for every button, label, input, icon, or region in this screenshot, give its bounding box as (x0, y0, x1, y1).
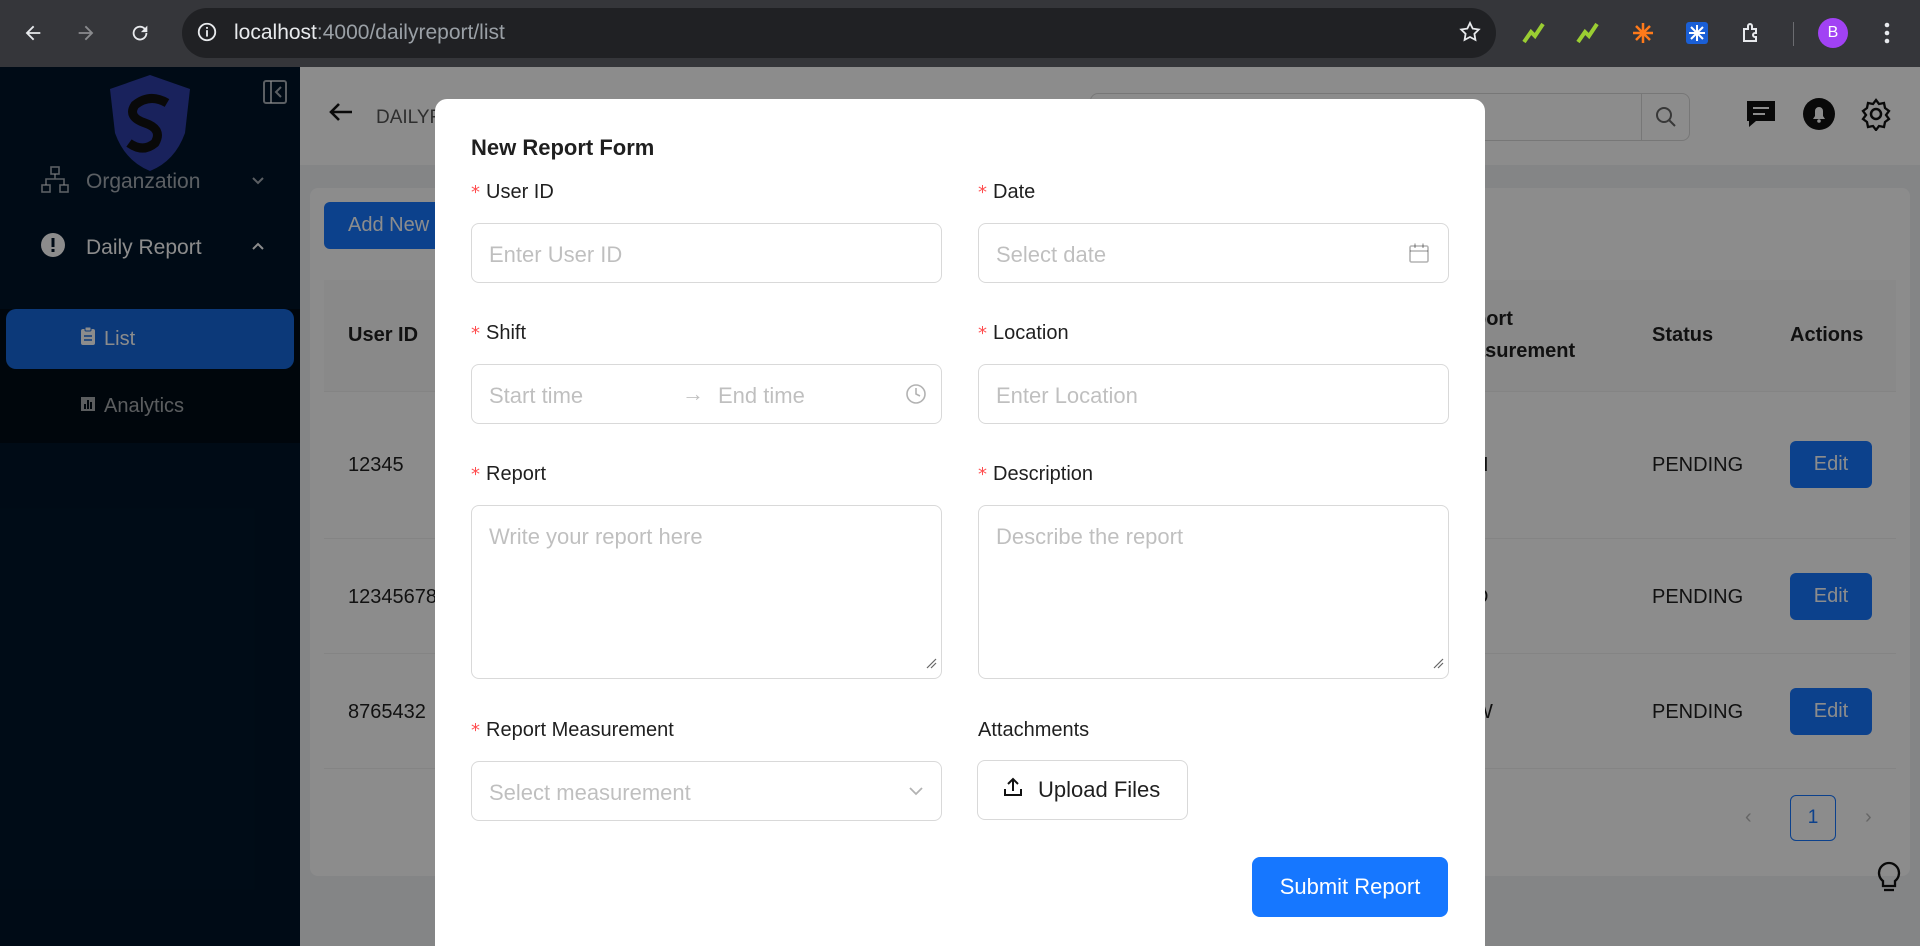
reload-icon[interactable] (121, 14, 159, 52)
location-placeholder: Enter Location (996, 383, 1138, 408)
report-textarea[interactable]: Write your report here (471, 505, 942, 679)
shift-label: * Shift (471, 322, 526, 345)
start-time-placeholder: Start time (489, 383, 584, 408)
user-id-input[interactable]: Enter User ID (471, 223, 942, 283)
upload-files-button[interactable]: Upload Files (977, 760, 1188, 820)
clock-icon (905, 383, 927, 410)
required-mark: * (978, 323, 987, 344)
resize-handle-icon[interactable] (925, 656, 937, 674)
measurement-label: * Report Measurement (471, 719, 674, 742)
location-label: * Location (978, 322, 1069, 345)
location-input[interactable]: Enter Location (978, 364, 1449, 424)
report-label: * Report (471, 463, 546, 486)
upload-files-label: Upload Files (1038, 777, 1161, 802)
date-label-text: Date (993, 181, 1036, 203)
new-report-modal: New Report Form * User ID Enter User ID *… (435, 99, 1485, 946)
measurement-label-text: Report Measurement (486, 719, 674, 741)
description-label: * Description (978, 463, 1093, 486)
report-label-text: Report (486, 463, 547, 485)
date-label: * Date (978, 181, 1035, 204)
shift-time-range-picker[interactable]: Start time → End time (471, 364, 942, 424)
url-path: :4000/dailyreport/list (316, 21, 505, 44)
required-mark: * (471, 720, 480, 741)
description-placeholder: Describe the report (996, 524, 1184, 549)
report-placeholder: Write your report here (489, 524, 703, 549)
snowflake-extension-icon[interactable] (1681, 17, 1713, 49)
address-bar[interactable]: localhost:4000/dailyreport/list (182, 8, 1496, 58)
required-mark: * (471, 464, 480, 485)
profile-avatar[interactable]: B (1818, 18, 1848, 48)
chevron-down-icon (907, 782, 925, 805)
puzzle-extensions-icon[interactable] (1736, 17, 1768, 49)
modal-title: New Report Form (471, 135, 655, 160)
arrow-right-icon: → (682, 381, 704, 406)
more-menu-icon[interactable] (1871, 17, 1903, 49)
calendar-icon (1408, 242, 1430, 269)
required-mark: * (978, 182, 987, 203)
required-mark: * (471, 182, 480, 203)
end-time-placeholder: End time (718, 383, 805, 408)
toolbar-divider (1793, 22, 1794, 46)
user-id-placeholder: Enter User ID (489, 242, 623, 267)
chart-extension-icon[interactable] (1518, 17, 1550, 49)
site-info-icon[interactable] (196, 21, 218, 48)
forward-arrow-icon[interactable] (67, 14, 105, 52)
user-id-label: * User ID (471, 181, 554, 204)
shift-label-text: Shift (486, 322, 527, 344)
spark-extension-icon[interactable] (1627, 17, 1659, 49)
upload-icon (1002, 776, 1024, 804)
submit-report-button[interactable]: Submit Report (1252, 857, 1448, 917)
url-host: localhost (234, 21, 317, 44)
user-id-label-text: User ID (486, 181, 554, 203)
attachments-label: Attachments (978, 719, 1090, 741)
chart-extension-icon-2[interactable] (1572, 17, 1604, 49)
measurement-placeholder: Select measurement (489, 780, 691, 805)
date-placeholder: Select date (996, 242, 1107, 267)
description-textarea[interactable]: Describe the report (978, 505, 1449, 679)
required-mark: * (978, 464, 987, 485)
browser-toolbar: localhost:4000/dailyreport/list B (0, 0, 1920, 67)
bookmark-star-icon[interactable] (1458, 20, 1482, 49)
back-arrow-icon[interactable] (14, 14, 52, 52)
required-mark: * (471, 323, 480, 344)
resize-handle-icon[interactable] (1432, 656, 1444, 674)
description-label-text: Description (993, 463, 1094, 485)
url-text: localhost:4000/dailyreport/list (234, 21, 505, 45)
location-label-text: Location (993, 322, 1069, 344)
measurement-select[interactable]: Select measurement (471, 761, 942, 821)
date-picker[interactable]: Select date (978, 223, 1449, 283)
